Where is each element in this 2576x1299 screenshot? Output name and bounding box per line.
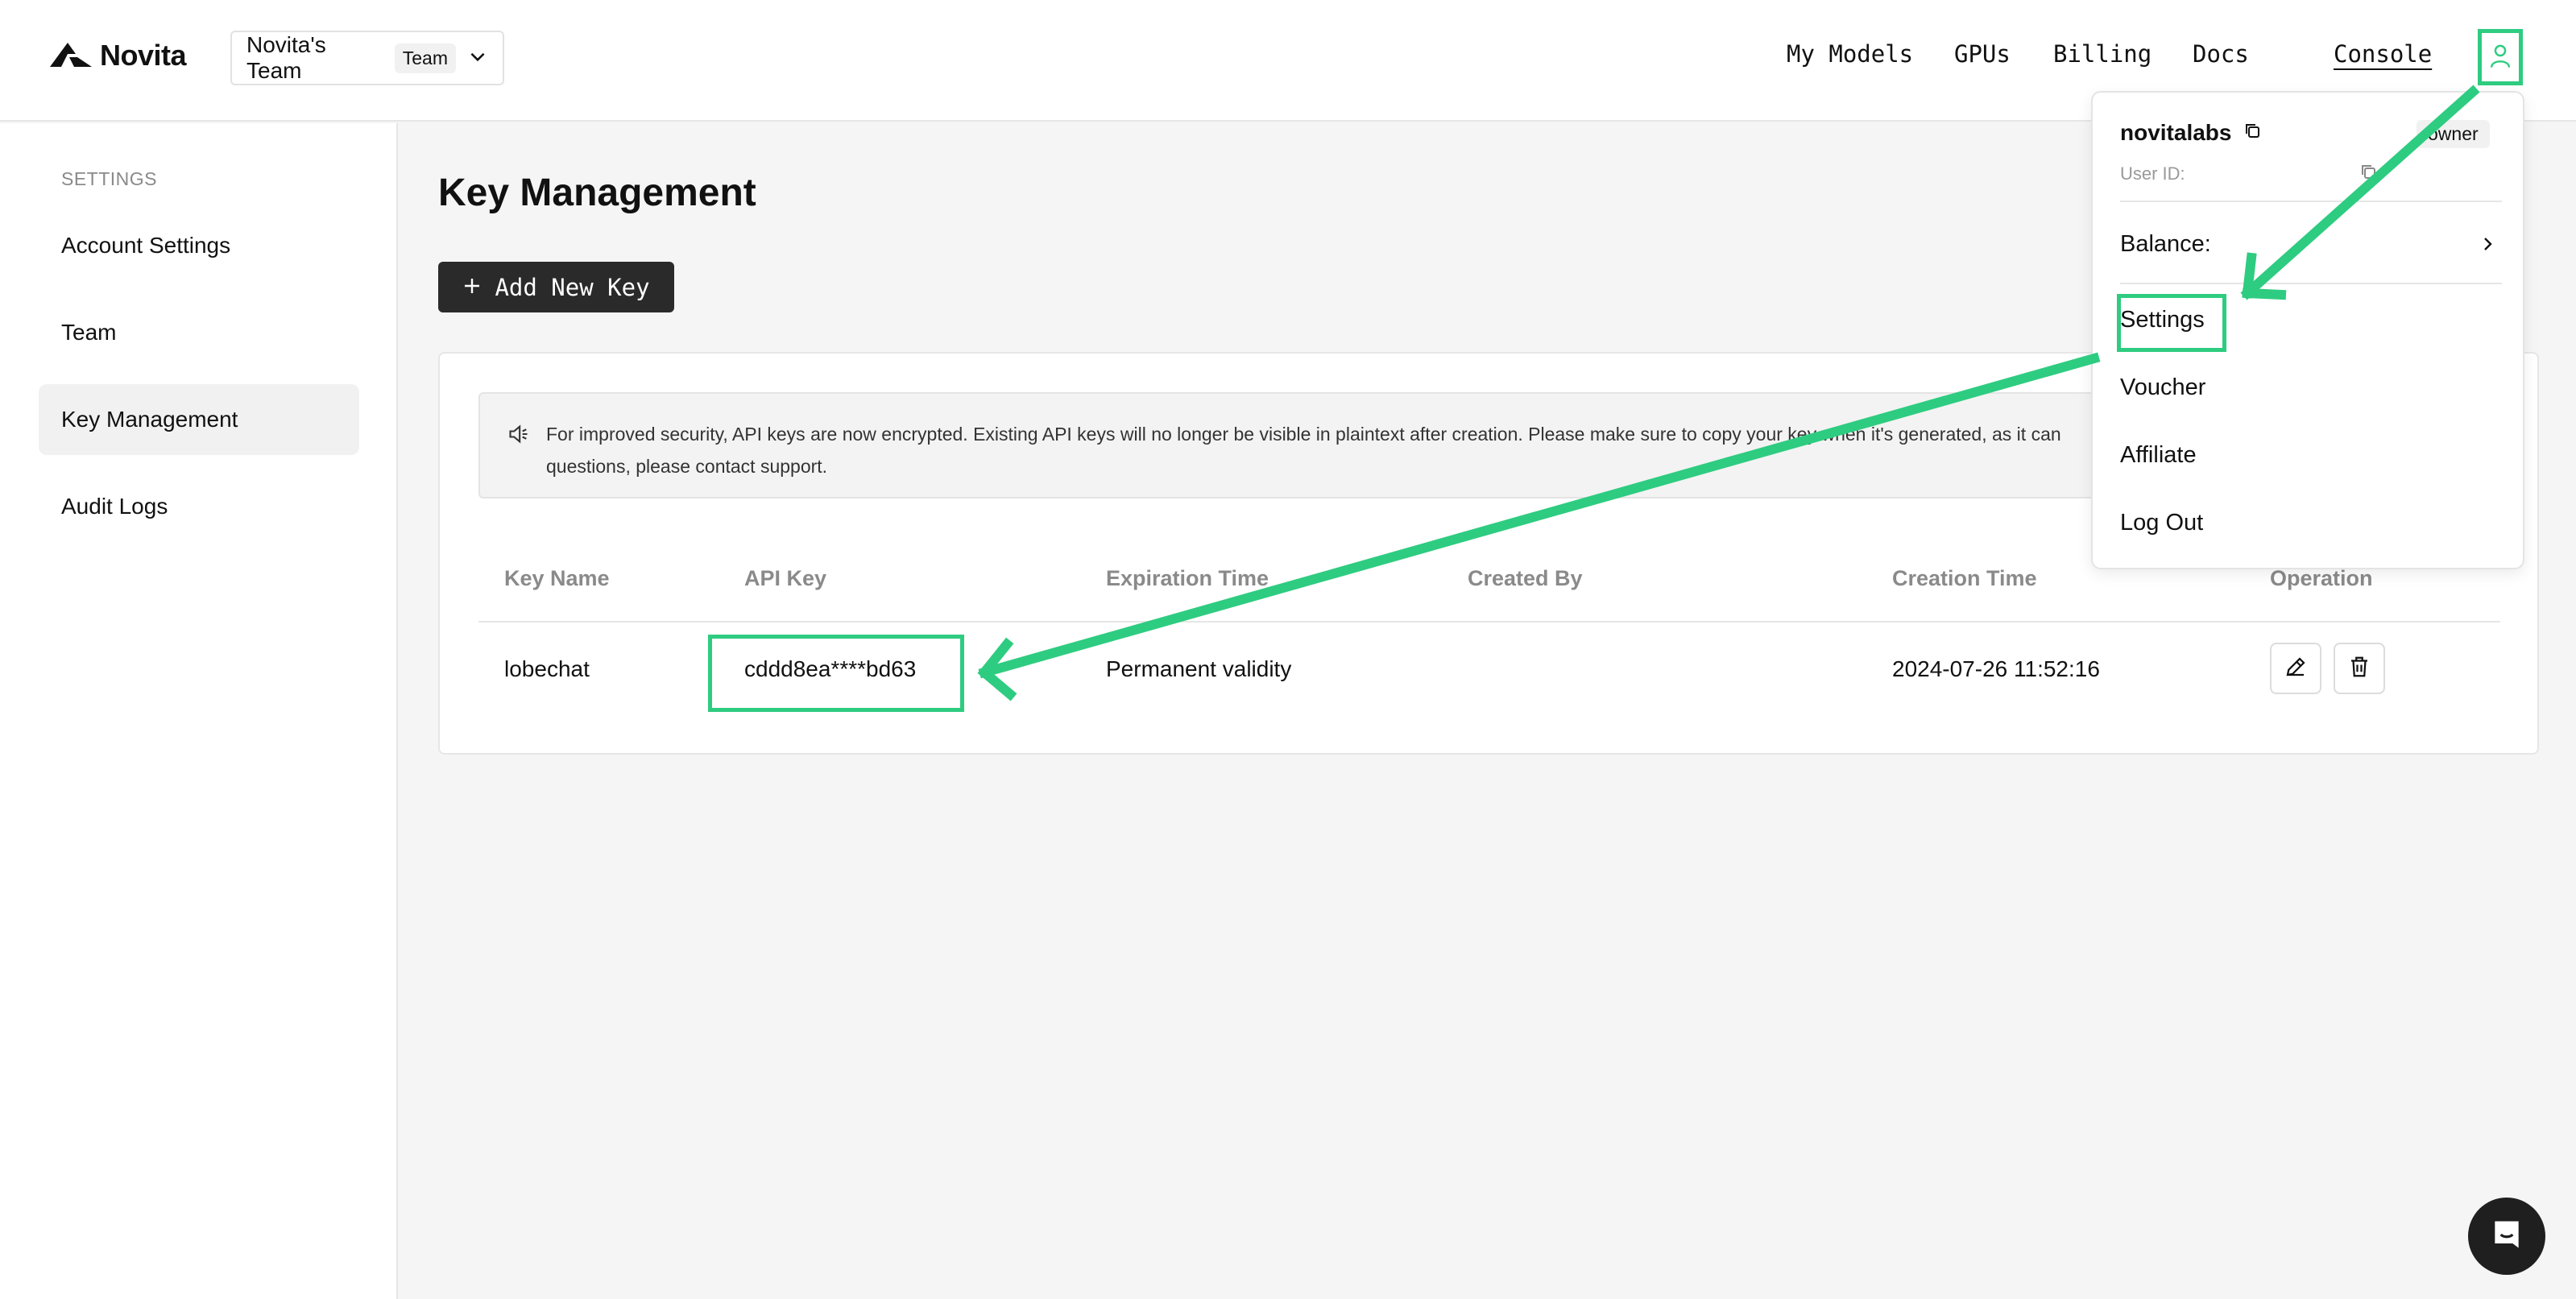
user-menu-button[interactable]: [2478, 29, 2523, 85]
col-creation-time: Creation Time: [1892, 566, 2037, 590]
user-id-label: User ID:: [2120, 163, 2185, 184]
sidebar-item-key-management[interactable]: Key Management: [39, 384, 359, 455]
add-new-key-label: Add New Key: [495, 273, 650, 301]
delete-key-button[interactable]: [2334, 643, 2385, 694]
brand-logo[interactable]: Novita: [50, 39, 187, 72]
brand-name: Novita: [100, 39, 187, 72]
sidebar-item-account-settings[interactable]: Account Settings: [39, 210, 359, 281]
col-created-by: Created By: [1468, 566, 1583, 590]
cell-key-name: lobechat: [504, 656, 590, 681]
col-expiration-time: Expiration Time: [1106, 566, 1269, 590]
team-select[interactable]: Novita's Team Team: [230, 31, 504, 85]
support-chat-button[interactable]: [2468, 1198, 2545, 1275]
sidebar-section-title: SETTINGS: [61, 168, 158, 189]
col-operation: Operation: [2270, 566, 2373, 590]
cell-expiration: Permanent validity: [1106, 656, 1292, 681]
nav-console[interactable]: Console: [2334, 40, 2432, 68]
menu-item-affiliate[interactable]: Affiliate: [2120, 442, 2197, 469]
nav-docs[interactable]: Docs: [2193, 40, 2249, 68]
team-name: Novita's Team: [246, 32, 326, 83]
dropdown-username: novitalabs: [2120, 120, 2262, 146]
plus-icon: [462, 274, 482, 301]
chevron-down-icon: [467, 46, 488, 71]
nav-billing[interactable]: Billing: [2053, 40, 2151, 68]
table-header-divider: [478, 621, 2500, 623]
dropdown-divider: [2120, 201, 2502, 202]
col-key-name: Key Name: [504, 566, 610, 590]
user-icon: [2488, 42, 2512, 73]
settings-sidebar: SETTINGS Account Settings Team Key Manag…: [0, 123, 398, 1299]
balance-item[interactable]: Balance:: [2120, 231, 2211, 258]
api-key-highlight-box: [708, 635, 964, 712]
nav-my-models[interactable]: My Models: [1787, 40, 1913, 68]
sidebar-item-team[interactable]: Team: [39, 297, 359, 368]
speaker-icon: [507, 423, 530, 449]
copy-icon[interactable]: [2243, 120, 2262, 146]
notice-text: For improved security, API keys are now …: [546, 424, 2061, 477]
edit-icon: [2284, 655, 2308, 683]
menu-item-log-out[interactable]: Log Out: [2120, 510, 2203, 536]
chevron-right-icon: [2478, 233, 2497, 259]
sidebar-item-audit-logs[interactable]: Audit Logs: [39, 471, 359, 542]
user-dropdown-menu: novitalabs owner User ID: Balance: Setti…: [2091, 91, 2524, 569]
role-badge: owner: [2417, 120, 2490, 148]
menu-item-voucher[interactable]: Voucher: [2120, 374, 2205, 401]
cell-creation-time: 2024-07-26 11:52:16: [1892, 656, 2100, 681]
chat-icon: [2489, 1217, 2524, 1256]
add-new-key-button[interactable]: Add New Key: [438, 262, 674, 312]
col-api-key: API Key: [744, 566, 827, 590]
edit-key-button[interactable]: [2270, 643, 2321, 694]
dropdown-divider: [2120, 283, 2502, 284]
trash-icon: [2347, 655, 2371, 683]
nav-gpus[interactable]: GPUs: [1954, 40, 2011, 68]
novita-logo-icon: [50, 41, 92, 71]
page-title: Key Management: [438, 172, 756, 214]
team-badge: Team: [394, 43, 456, 73]
settings-highlight-box: [2117, 294, 2226, 352]
copy-user-id-icon[interactable]: [2359, 162, 2378, 185]
